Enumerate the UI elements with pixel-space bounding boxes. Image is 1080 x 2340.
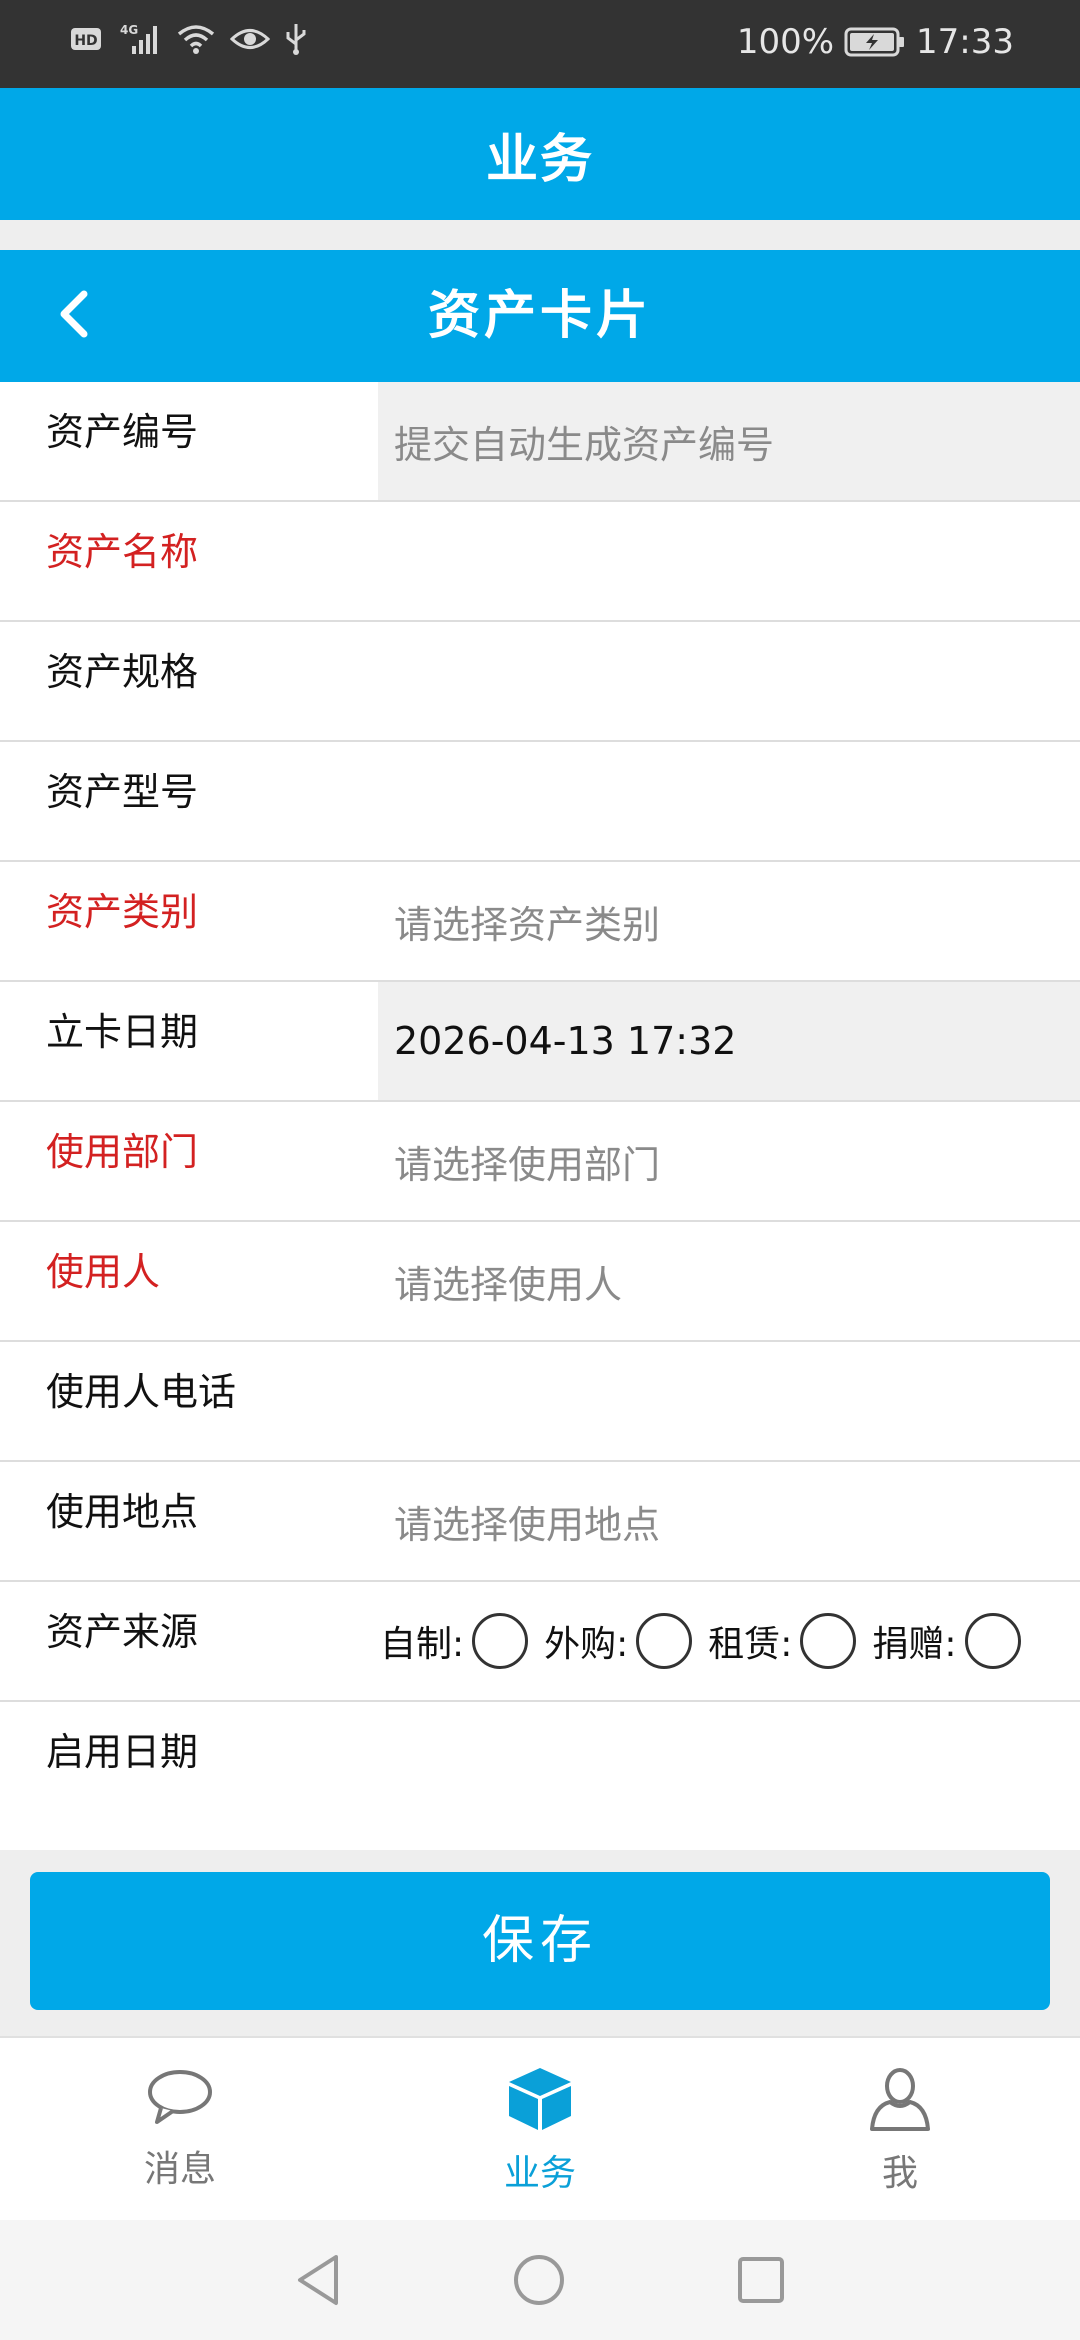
asset-spec-input[interactable]	[378, 622, 1080, 740]
user-phone-input[interactable]	[378, 1342, 1080, 1460]
location-label: 使用地点	[46, 1490, 199, 1534]
usb-icon	[284, 22, 308, 56]
location-placeholder: 请选择使用地点	[394, 1502, 661, 1547]
person-icon	[868, 2066, 932, 2136]
source-option-label: 自制:	[380, 1624, 465, 1665]
source-option-label: 租赁:	[708, 1624, 793, 1665]
start-date-label: 启用日期	[46, 1730, 199, 1774]
form-row-source: 资产来源 自制: 外购: 租赁: 捐赠:	[0, 1582, 1080, 1702]
card-date-value: 2026-04-13 17:32	[394, 1019, 737, 1063]
department-select[interactable]: 请选择使用部门	[378, 1102, 1080, 1220]
user-placeholder: 请选择使用人	[394, 1262, 623, 1307]
battery-percent: 100%	[736, 22, 835, 62]
svg-text:4G: 4G	[120, 23, 138, 37]
form-row-department: 使用部门 请选择使用部门	[0, 1102, 1080, 1222]
user-phone-label: 使用人电话	[46, 1370, 237, 1414]
wifi-icon	[176, 22, 216, 56]
radio-button[interactable]	[800, 1613, 857, 1669]
user-select[interactable]: 请选择使用人	[378, 1222, 1080, 1340]
source-option-label: 捐赠:	[872, 1624, 957, 1665]
save-area: 保存	[0, 1850, 1080, 2036]
hd-icon: HD	[70, 24, 104, 54]
app-bar: 业务	[0, 88, 1080, 220]
form-row-asset-name: 资产名称	[0, 502, 1080, 622]
tab-messages[interactable]: 消息	[0, 2038, 360, 2220]
form-row-user: 使用人 请选择使用人	[0, 1222, 1080, 1342]
card-date-field: 2026-04-13 17:32	[378, 982, 1080, 1100]
form-row-asset-spec: 资产规格	[0, 622, 1080, 742]
status-bar: HD 4G 100% 17:33	[0, 0, 1080, 88]
form-row-start-date: 启用日期	[0, 1702, 1080, 1852]
department-placeholder: 请选择使用部门	[394, 1142, 661, 1187]
asset-no-field: 提交自动生成资产编号	[378, 382, 1080, 500]
save-button[interactable]: 保存	[30, 1872, 1050, 2010]
location-select[interactable]: 请选择使用地点	[378, 1462, 1080, 1580]
asset-spec-label: 资产规格	[46, 650, 199, 694]
asset-model-label: 资产型号	[46, 770, 199, 814]
asset-name-label: 资产名称	[46, 530, 199, 574]
asset-model-input[interactable]	[378, 742, 1080, 860]
cube-icon	[505, 2066, 575, 2136]
department-label: 使用部门	[46, 1130, 199, 1174]
user-label: 使用人	[46, 1250, 161, 1294]
form-row-location: 使用地点 请选择使用地点	[0, 1462, 1080, 1582]
source-option-self-made[interactable]: 自制:	[380, 1613, 529, 1669]
asset-category-placeholder: 请选择资产类别	[394, 902, 661, 947]
form-row-user-phone: 使用人电话	[0, 1342, 1080, 1462]
radio-button[interactable]	[964, 1613, 1021, 1669]
radio-button[interactable]	[636, 1613, 693, 1669]
svg-text:HD: HD	[74, 33, 97, 49]
tab-label: 业务	[503, 2153, 576, 2194]
form-row-card-date: 立卡日期 2026-04-13 17:32	[0, 982, 1080, 1102]
clock: 17:33	[916, 22, 1014, 62]
asset-name-input[interactable]	[378, 502, 1080, 620]
battery-charging-icon	[844, 25, 906, 59]
asset-no-placeholder: 提交自动生成资产编号	[394, 422, 775, 467]
source-option-leased[interactable]: 租赁:	[708, 1613, 857, 1669]
form-row-asset-category: 资产类别 请选择资产类别	[0, 862, 1080, 982]
asset-card-form: 资产编号 提交自动生成资产编号 资产名称 资产规格 资产型号 资产类别 请选择资…	[0, 382, 1080, 1852]
tab-label: 消息	[143, 2149, 216, 2190]
tab-business[interactable]: 业务	[360, 2038, 720, 2220]
source-option-label: 外购:	[544, 1624, 629, 1665]
eye-icon	[230, 24, 270, 54]
status-icons-right: 100% 17:33	[737, 22, 1014, 62]
bottom-tab-bar: 消息 业务 我	[0, 2036, 1080, 2220]
status-icons-left: HD 4G	[70, 22, 308, 56]
sub-header: 资产卡片	[0, 250, 1080, 382]
asset-category-select[interactable]: 请选择资产类别	[378, 862, 1080, 980]
4g-signal-icon: 4G	[118, 22, 162, 56]
asset-category-label: 资产类别	[46, 890, 199, 934]
tab-me[interactable]: 我	[720, 2038, 1080, 2220]
home-circle-icon[interactable]	[512, 2253, 566, 2307]
source-option-purchased[interactable]: 外购:	[544, 1613, 693, 1669]
radio-button[interactable]	[472, 1613, 529, 1669]
form-row-asset-no: 资产编号 提交自动生成资产编号	[0, 382, 1080, 502]
asset-no-label: 资产编号	[46, 410, 199, 454]
back-triangle-icon[interactable]	[294, 2253, 342, 2307]
app-bar-title: 业务	[485, 129, 594, 190]
source-option-donated[interactable]: 捐赠:	[872, 1613, 1021, 1669]
recents-square-icon[interactable]	[736, 2255, 786, 2305]
tab-label: 我	[881, 2153, 918, 2194]
chat-bubble-icon	[145, 2066, 215, 2132]
form-row-asset-model: 资产型号	[0, 742, 1080, 862]
page-title: 资产卡片	[427, 286, 652, 346]
start-date-picker[interactable]	[378, 1702, 1080, 1820]
system-navigation-bar	[0, 2220, 1080, 2340]
card-date-label: 立卡日期	[46, 1010, 199, 1054]
divider-strip	[0, 220, 1080, 250]
source-label: 资产来源	[46, 1610, 199, 1654]
source-radio-group: 自制: 外购: 租赁: 捐赠:	[380, 1582, 1037, 1700]
